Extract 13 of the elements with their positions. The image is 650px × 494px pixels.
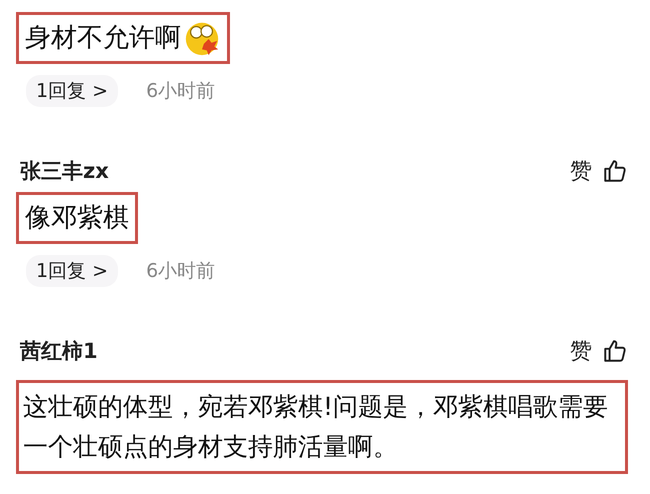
replies-link[interactable]: 1回复 > — [26, 75, 118, 107]
thumbs-up-icon — [602, 158, 628, 184]
timestamp: 6小时前 — [146, 79, 216, 104]
timestamp: 6小时前 — [146, 259, 216, 284]
comment-text: 身材不允许啊 — [16, 12, 230, 64]
replies-link[interactable]: 1回复 > — [26, 255, 118, 287]
like-button[interactable]: 赞 — [570, 336, 628, 366]
comment-text: 像邓紫棋 — [16, 192, 138, 244]
username[interactable]: 张三丰zx — [20, 157, 109, 185]
username[interactable]: 茜红柿1 — [20, 337, 98, 365]
like-button[interactable]: 赞 — [570, 156, 628, 186]
comment-text: 这壮硕的体型，宛若邓紫棋!问题是，邓紫棋唱歌需要一个壮硕点的身材支持肺活量啊。 — [16, 380, 628, 474]
thumbs-up-icon — [602, 338, 628, 364]
